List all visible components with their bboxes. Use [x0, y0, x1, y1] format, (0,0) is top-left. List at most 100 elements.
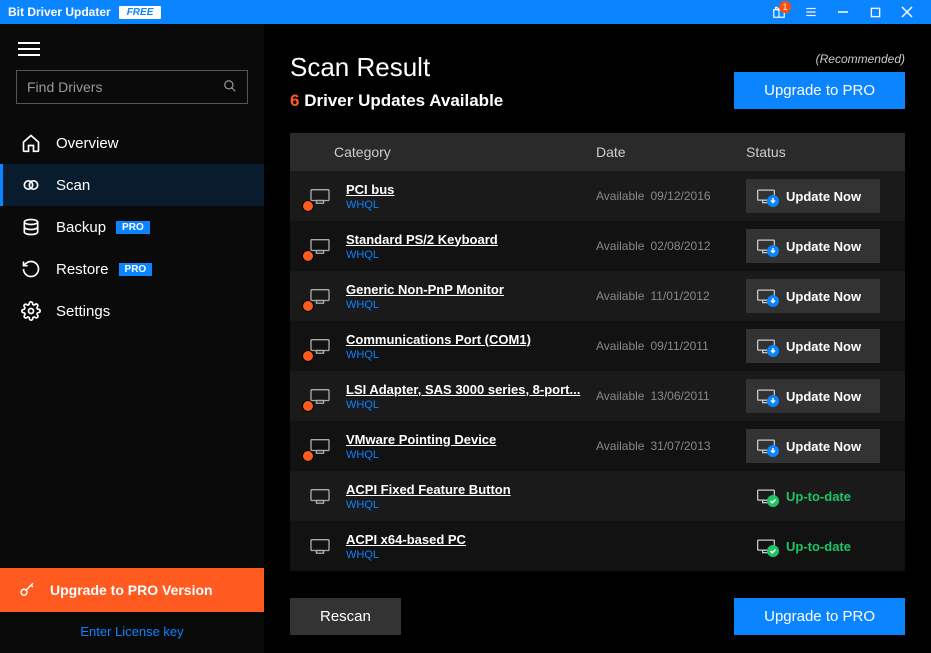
- sidebar-item-settings[interactable]: Settings: [0, 290, 264, 332]
- enter-license-link[interactable]: Enter License key: [0, 612, 264, 653]
- update-now-button[interactable]: Update Now: [746, 229, 880, 263]
- key-icon: [16, 579, 38, 601]
- maximize-button[interactable]: [859, 0, 891, 24]
- driver-row: ACPI x64-based PCWHQLUp-to-date: [290, 521, 905, 571]
- driver-date: Available02/08/2012: [596, 239, 746, 253]
- uptodate-status: Up-to-date: [746, 487, 851, 505]
- update-now-button[interactable]: Update Now: [746, 279, 880, 313]
- col-status: Status: [746, 144, 889, 160]
- driver-row: PCI bus WHQLAvailable09/12/2016Update Now: [290, 171, 905, 221]
- restore-icon: [20, 258, 42, 280]
- warning-dot-icon: [302, 400, 314, 412]
- sidebar-item-label: Scan: [56, 177, 90, 194]
- upgrade-pro-button-top[interactable]: Upgrade to PRO: [734, 72, 905, 109]
- close-button[interactable]: [891, 0, 923, 24]
- device-icon: [306, 482, 334, 510]
- driver-row: Standard PS/2 Keyboard WHQLAvailable02/08…: [290, 221, 905, 271]
- sidebar-item-label: Restore: [56, 261, 109, 278]
- page-title: Scan Result: [290, 52, 503, 83]
- pro-tag: PRO: [119, 263, 153, 276]
- hamburger-icon[interactable]: [18, 42, 40, 56]
- update-now-button[interactable]: Update Now: [746, 429, 880, 463]
- menu-icon[interactable]: [795, 0, 827, 24]
- sidebar-item-label: Settings: [56, 303, 110, 320]
- device-icon: [306, 182, 334, 210]
- col-category: Category: [306, 144, 596, 160]
- whql-label: WHQL: [346, 199, 596, 211]
- driver-name[interactable]: Generic Non-PnP Monitor: [346, 282, 596, 297]
- nav-list: Overview Scan Backup PRO Restore PRO Settings: [0, 122, 264, 332]
- device-icon: [306, 532, 334, 560]
- driver-row: ACPI Fixed Feature Button WHQL Up-to-date: [290, 471, 905, 521]
- backup-icon: [20, 216, 42, 238]
- driver-date: Available13/06/2011: [596, 389, 746, 403]
- sidebar-item-scan[interactable]: Scan: [0, 164, 264, 206]
- upgrade-label: Upgrade to PRO Version: [50, 582, 213, 598]
- driver-row: VMware Pointing Device WHQLAvailable31/07…: [290, 421, 905, 471]
- search-input[interactable]: [16, 70, 248, 104]
- device-icon: [306, 332, 334, 360]
- download-icon: [756, 187, 776, 205]
- upgrade-pro-button-bottom[interactable]: Upgrade to PRO: [734, 598, 905, 635]
- minimize-button[interactable]: [827, 0, 859, 24]
- whql-label: WHQL: [346, 549, 596, 561]
- download-icon: [756, 387, 776, 405]
- download-icon: [756, 337, 776, 355]
- warning-dot-icon: [302, 200, 314, 212]
- check-icon: [756, 487, 776, 505]
- driver-name[interactable]: Standard PS/2 Keyboard: [346, 232, 596, 247]
- home-icon: [20, 132, 42, 154]
- sidebar-item-label: Overview: [56, 135, 119, 152]
- driver-name[interactable]: VMware Pointing Device: [346, 432, 596, 447]
- search-field[interactable]: [27, 79, 223, 95]
- download-icon: [756, 437, 776, 455]
- pro-tag: PRO: [116, 221, 150, 234]
- driver-list[interactable]: PCI busWHQLAvailable09/12/2016Update Now…: [290, 171, 905, 580]
- whql-label: WHQL: [346, 249, 596, 261]
- settings-icon: [20, 300, 42, 322]
- device-icon: [306, 232, 334, 260]
- device-icon: [306, 432, 334, 460]
- warning-dot-icon: [302, 450, 314, 462]
- app-title: Bit Driver Updater: [8, 5, 111, 19]
- recommended-label: (Recommended): [734, 52, 905, 66]
- warning-dot-icon: [302, 300, 314, 312]
- driver-row: LSI Adapter, SAS 3000 series, 8-port...W…: [290, 371, 905, 421]
- update-now-button[interactable]: Update Now: [746, 329, 880, 363]
- sidebar: OverviewScanBackupPRORestorePROSettings …: [0, 24, 264, 653]
- whql-label: WHQL: [346, 449, 596, 461]
- scan-icon: [20, 174, 42, 196]
- rescan-button[interactable]: Rescan: [290, 598, 401, 635]
- titlebar: Bit Driver Updater FREE 1: [0, 0, 931, 24]
- driver-name[interactable]: ACPI x64-based PC: [346, 532, 596, 547]
- gift-icon[interactable]: 1: [763, 0, 795, 24]
- driver-date: Available31/07/2013: [596, 439, 746, 453]
- sidebar-item-overview[interactable]: Overview: [0, 122, 264, 164]
- sidebar-item-label: Backup: [56, 219, 106, 236]
- whql-label: WHQL: [346, 499, 596, 511]
- driver-date: Available09/11/2011: [596, 339, 746, 353]
- updates-subtitle: 6 Driver Updates Available: [290, 91, 503, 111]
- driver-name[interactable]: ACPI Fixed Feature Button: [346, 482, 596, 497]
- driver-name[interactable]: Communications Port (COM1): [346, 332, 596, 347]
- gift-badge: 1: [779, 1, 791, 13]
- upgrade-pro-version-button[interactable]: Upgrade to PRO Version: [0, 568, 264, 612]
- search-icon: [223, 79, 237, 96]
- updates-count: 6: [290, 91, 299, 110]
- update-now-button[interactable]: Update Now: [746, 179, 880, 213]
- whql-label: WHQL: [346, 349, 596, 361]
- warning-dot-icon: [302, 250, 314, 262]
- sidebar-item-restore[interactable]: Restore PRO: [0, 248, 264, 290]
- driver-date: Available09/12/2016: [596, 189, 746, 203]
- update-now-button[interactable]: Update Now: [746, 379, 880, 413]
- device-icon: [306, 282, 334, 310]
- download-icon: [756, 287, 776, 305]
- device-icon: [306, 382, 334, 410]
- driver-date: Available11/01/2012: [596, 289, 746, 303]
- driver-name[interactable]: LSI Adapter, SAS 3000 series, 8-port...: [346, 382, 596, 397]
- driver-row: Generic Non-PnP MonitorWHQLAvailable11/0…: [290, 271, 905, 321]
- content: Scan Result 6 Driver Updates Available (…: [264, 24, 931, 653]
- download-icon: [756, 237, 776, 255]
- driver-name[interactable]: PCI bus: [346, 182, 596, 197]
- sidebar-item-backup[interactable]: Backup PRO: [0, 206, 264, 248]
